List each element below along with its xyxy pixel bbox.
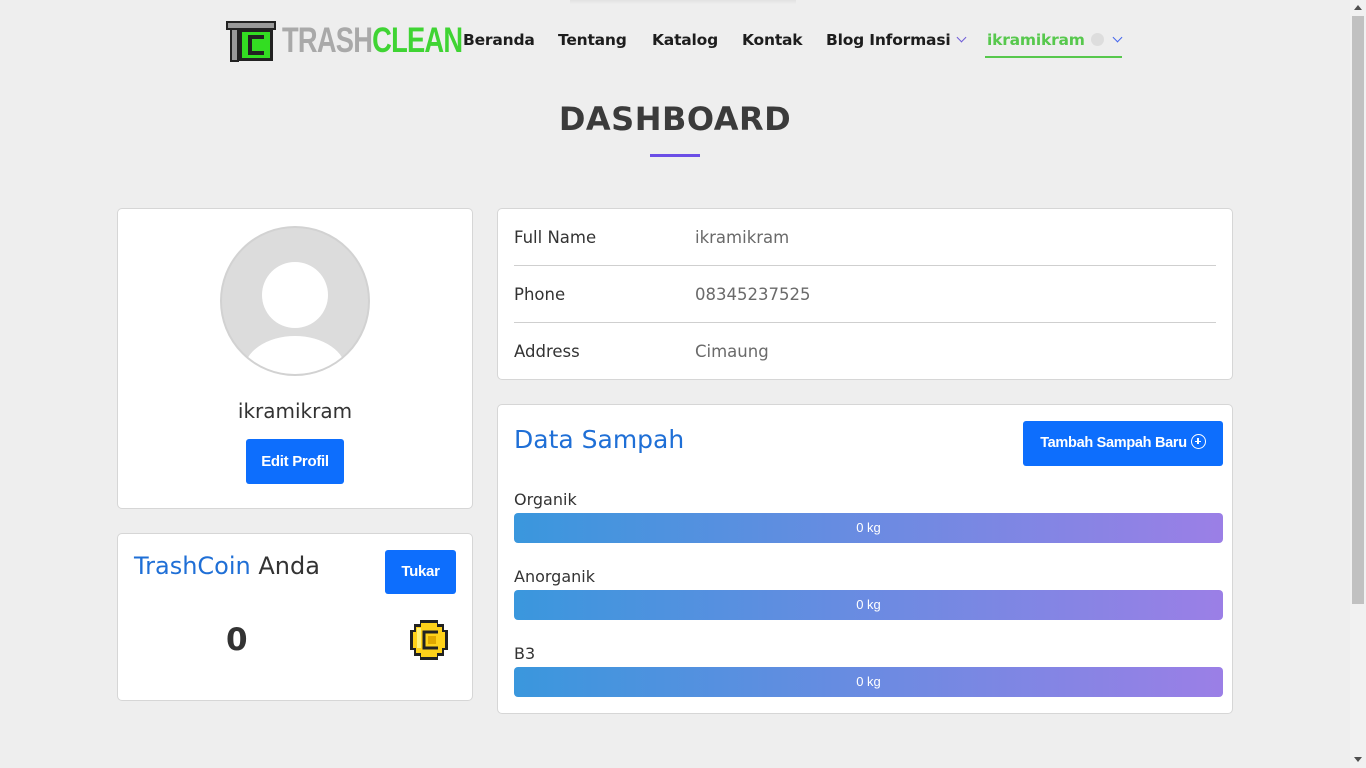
category-label-organik: Organik — [514, 490, 577, 509]
nav-user-name: ikramikram — [987, 31, 1085, 49]
category-label-anorganik: Anorganik — [514, 567, 595, 586]
nav-katalog[interactable]: Katalog — [652, 31, 718, 49]
info-label: Full Name — [514, 228, 597, 247]
page-title: DASHBOARD — [558, 100, 792, 138]
info-value: 08345237525 — [695, 285, 811, 304]
edit-profile-button[interactable]: Edit Profil — [246, 439, 344, 484]
scroll-down-icon[interactable] — [1354, 757, 1362, 762]
page-scrollbar[interactable] — [1350, 0, 1366, 768]
trashcoin-balance: 0 — [226, 622, 248, 658]
profile-name: ikramikram — [237, 399, 353, 423]
avatar-head — [262, 262, 328, 328]
info-row-phone: Phone 08345237525 — [514, 266, 1216, 323]
add-waste-button[interactable]: Tambah Sampah Baru — [1023, 421, 1223, 466]
nav-beranda[interactable]: Beranda — [463, 31, 535, 49]
active-nav-underline — [985, 56, 1122, 58]
title-underline — [650, 154, 700, 157]
progress-bar-organik: 0 kg — [514, 513, 1223, 543]
user-avatar-icon — [1090, 33, 1104, 46]
top-shadow — [570, 0, 796, 4]
site-header: TRASHCLEAN Beranda Tentang Katalog Konta… — [0, 0, 1350, 82]
nav-kontak[interactable]: Kontak — [742, 31, 803, 49]
trashcoin-card: TrashCoin Anda Tukar 0 — [117, 533, 473, 701]
avatar — [220, 226, 370, 376]
scroll-thumb[interactable] — [1352, 16, 1364, 604]
nav-blog-dropdown[interactable]: Blog Informasi — [826, 31, 967, 49]
info-value: Cimaung — [695, 342, 769, 361]
coin-icon — [408, 618, 450, 662]
nav-tentang[interactable]: Tentang — [558, 31, 627, 49]
exchange-button[interactable]: Tukar — [385, 550, 456, 594]
info-value: ikramikram — [695, 228, 790, 247]
data-sampah-card: Data Sampah Tambah Sampah Baru Organik 0… — [497, 404, 1233, 714]
plus-circle-icon — [1190, 434, 1206, 449]
info-row-address: Address Cimaung — [514, 323, 1216, 380]
category-label-b3: B3 — [514, 644, 536, 663]
chevron-down-icon — [957, 32, 967, 43]
chevron-down-icon — [1112, 32, 1123, 43]
logo-icon — [226, 20, 276, 62]
avatar-body — [244, 336, 346, 374]
info-label: Address — [514, 342, 580, 361]
brand-name: TRASHCLEAN — [282, 21, 463, 60]
trashcoin-title: TrashCoin Anda — [134, 552, 320, 580]
nav-user-dropdown[interactable]: ikramikram — [987, 31, 1123, 49]
profile-card: ikramikram Edit Profil — [117, 208, 473, 509]
scroll-up-icon[interactable] — [1354, 5, 1362, 10]
data-sampah-title: Data Sampah — [514, 425, 685, 454]
add-waste-label: Tambah Sampah Baru — [1040, 435, 1187, 451]
info-row-fullname: Full Name ikramikram — [514, 209, 1216, 266]
nav-blog-label: Blog Informasi — [826, 31, 951, 49]
info-label: Phone — [514, 285, 566, 304]
progress-bar-b3: 0 kg — [514, 667, 1223, 697]
profile-info-card: Full Name ikramikram Phone 08345237525 A… — [497, 208, 1233, 380]
progress-bar-anorganik: 0 kg — [514, 590, 1223, 620]
